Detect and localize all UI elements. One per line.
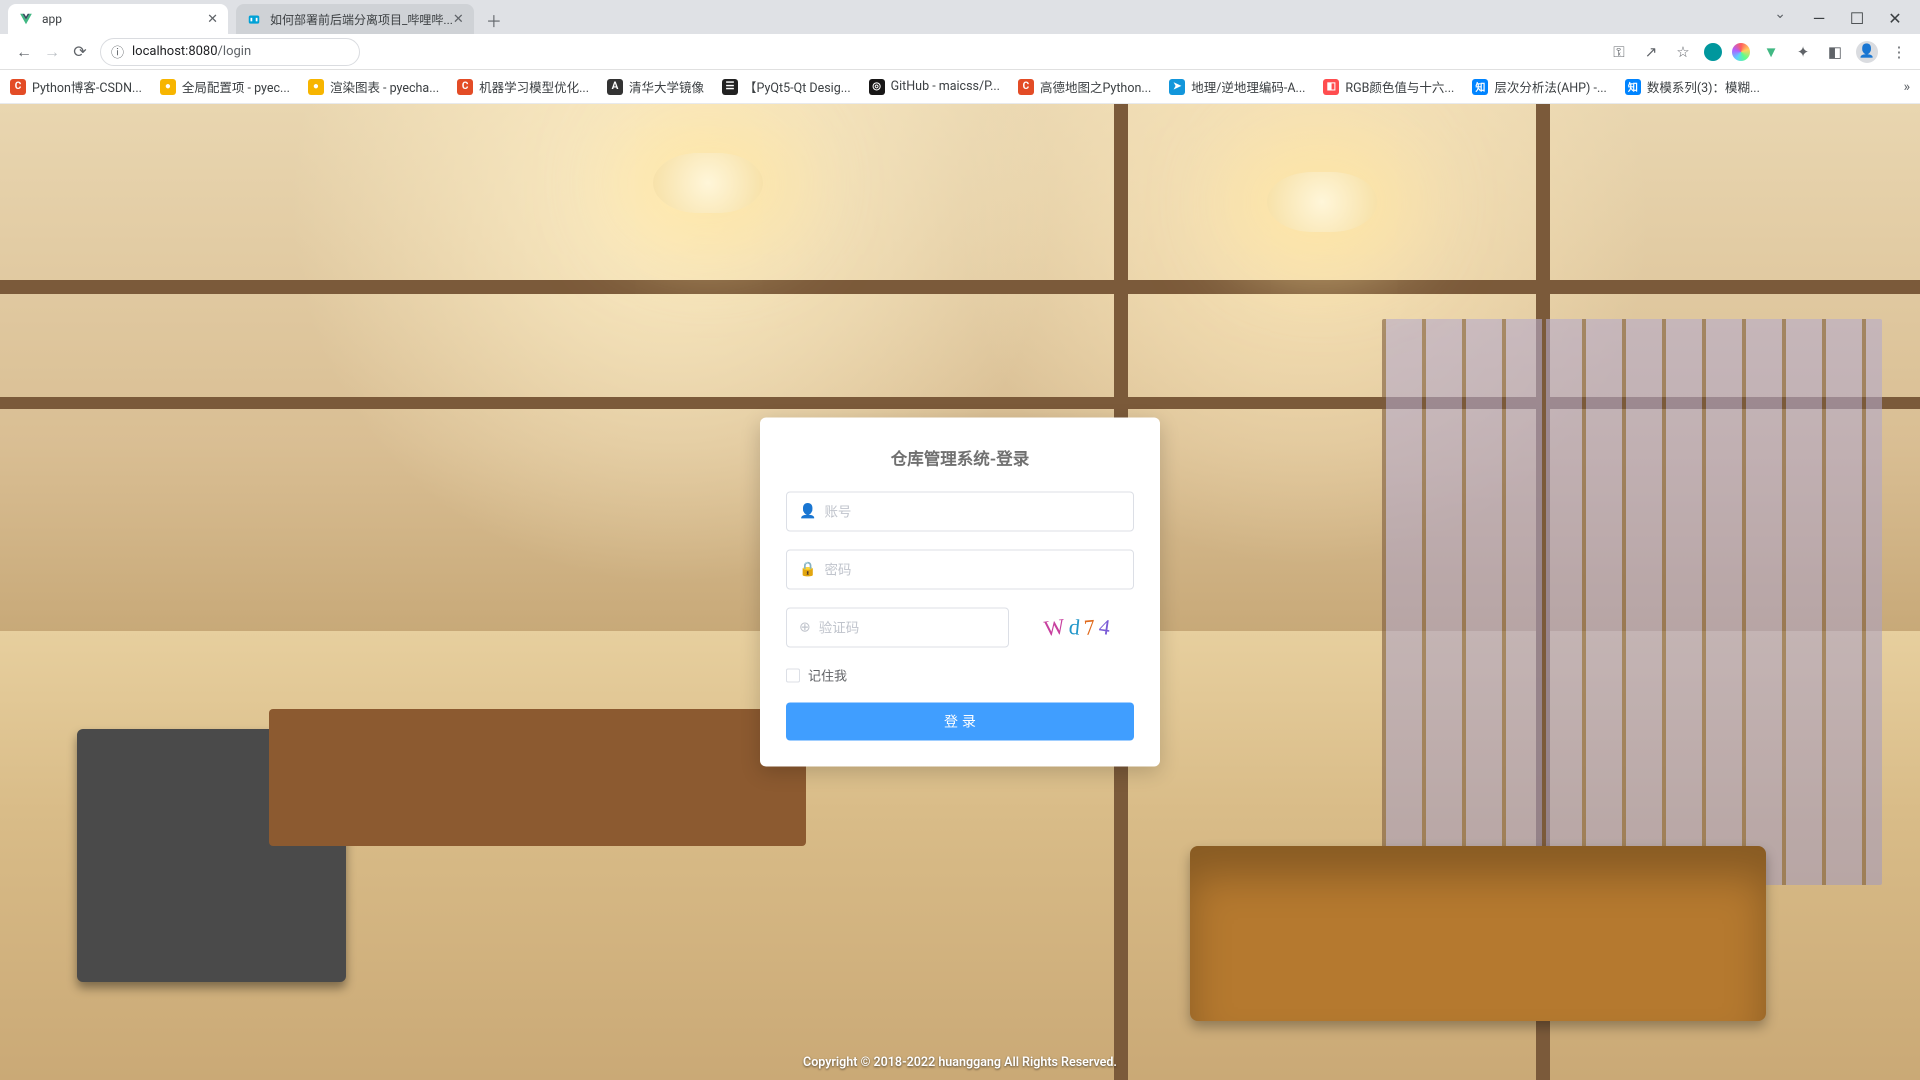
user-icon: 👤: [799, 504, 816, 520]
bookmark-star-icon[interactable]: ☆: [1672, 41, 1694, 63]
bookmark-label: 地理/逆地理编码-A...: [1191, 77, 1305, 96]
tab-title: 如何部署前后端分离项目_哔哩哔...: [270, 11, 453, 28]
bookmarks-bar: C Python博客-CSDN... ● 全局配置项 - pyec... ● 渲染图表…: [0, 70, 1920, 104]
bookmark-favicon-icon: ◎: [869, 79, 885, 95]
toolbar-right: ⚿ ↗ ☆ ▼ ✦ ◧ 👤 ⋮: [1608, 41, 1910, 63]
bookmark-favicon-icon: C: [10, 79, 26, 95]
address-bar[interactable]: ⓘ localhost:8080/login: [100, 38, 360, 66]
bookmark-label: 渲染图表 - pyecha...: [330, 77, 439, 96]
bookmark-favicon-icon: ➤: [1169, 79, 1185, 95]
bookmark-label: 全局配置项 - pyec...: [182, 77, 290, 96]
lock-icon: 🔒: [799, 562, 816, 578]
bookmark-item[interactable]: A 清华大学镜像: [607, 77, 704, 96]
login-card: 仓库管理系统-登录 👤 🔒 ⊕ Wd74 记住我 登 录: [760, 418, 1160, 767]
bookmark-favicon-icon: 知: [1625, 79, 1641, 95]
forward-button[interactable]: →: [38, 38, 66, 66]
remember-me[interactable]: 记住我: [786, 666, 1134, 685]
tab-active[interactable]: app ✕: [8, 4, 228, 34]
password-input[interactable]: [824, 562, 1121, 577]
site-info-icon[interactable]: ⓘ: [111, 42, 124, 61]
bookmark-favicon-icon: ●: [308, 79, 324, 95]
share-icon[interactable]: ↗: [1640, 41, 1662, 63]
login-button[interactable]: 登 录: [786, 703, 1134, 741]
url-path: /login: [218, 44, 252, 59]
bookmark-label: Python博客-CSDN...: [32, 77, 142, 96]
url-host: localhost:8080: [132, 44, 218, 59]
bg-lamp: [1267, 172, 1377, 232]
window-controls: ⌄ — ☐ ✕: [1766, 6, 1920, 34]
bookmark-item[interactable]: ☰ 【PyQt5-Qt Desig...: [722, 77, 851, 96]
bookmark-item[interactable]: ◎ GitHub - maicss/P...: [869, 79, 1000, 95]
captcha-image[interactable]: Wd74: [1025, 609, 1134, 647]
bookmark-label: 机器学习模型优化...: [479, 77, 589, 96]
reload-button[interactable]: ⟳: [66, 38, 94, 66]
shield-icon: ⊕: [799, 620, 811, 636]
password-field[interactable]: 🔒: [786, 550, 1134, 590]
close-tab-icon[interactable]: ✕: [453, 12, 464, 27]
side-panel-icon[interactable]: ◧: [1824, 41, 1846, 63]
remember-checkbox[interactable]: [786, 668, 800, 682]
captcha-field[interactable]: ⊕: [786, 608, 1009, 648]
new-tab-button[interactable]: ＋: [480, 6, 508, 34]
extension-color-icon[interactable]: [1732, 43, 1750, 61]
page-content: 仓库管理系统-登录 👤 🔒 ⊕ Wd74 记住我 登 录 Copyright ©…: [0, 104, 1920, 1080]
maximize-button[interactable]: ☐: [1840, 6, 1874, 30]
bookmark-item[interactable]: 知数模系列(3)：模糊...: [1625, 77, 1760, 96]
bookmark-favicon-icon: 知: [1472, 79, 1488, 95]
bookmark-favicon-icon: ◧: [1323, 79, 1339, 95]
chevron-down-icon[interactable]: ⌄: [1774, 6, 1786, 30]
close-window-button[interactable]: ✕: [1878, 6, 1912, 30]
back-button[interactable]: ←: [10, 38, 38, 66]
username-input[interactable]: [824, 504, 1121, 519]
address-bar-row: ← → ⟳ ⓘ localhost:8080/login ⚿ ↗ ☆ ▼ ✦ ◧…: [0, 34, 1920, 70]
tab-title: app: [42, 12, 62, 26]
bookmark-item[interactable]: ➤ 地理/逆地理编码-A...: [1169, 77, 1305, 96]
bg-lamp: [653, 153, 763, 213]
extension-arduino-icon[interactable]: [1704, 43, 1722, 61]
bg-beam: [0, 280, 1920, 294]
bookmark-item[interactable]: ◧ RGB颜色值与十六...: [1323, 77, 1454, 96]
kebab-menu-icon[interactable]: ⋮: [1888, 41, 1910, 63]
browser-tab-strip: app ✕ 如何部署前后端分离项目_哔哩哔... ✕ ＋ ⌄ — ☐ ✕: [0, 0, 1920, 34]
bookmark-favicon-icon: C: [1018, 79, 1034, 95]
bookmark-label: RGB颜色值与十六...: [1345, 77, 1454, 96]
bookmark-label: 层次分析法(AHP) -...: [1494, 77, 1607, 96]
bookmarks-overflow-icon[interactable]: »: [1903, 79, 1910, 95]
bookmark-item[interactable]: 知层次分析法(AHP) -...: [1472, 77, 1607, 96]
bookmark-favicon-icon: ☰: [722, 79, 738, 95]
bookmark-item[interactable]: C Python博客-CSDN...: [10, 77, 142, 96]
bookmark-item[interactable]: ● 渲染图表 - pyecha...: [308, 77, 439, 96]
bookmark-label: 【PyQt5-Qt Desig...: [744, 77, 851, 96]
bilibili-favicon-icon: [246, 11, 262, 27]
profile-avatar[interactable]: 👤: [1856, 41, 1878, 63]
bookmark-favicon-icon: ●: [160, 79, 176, 95]
close-tab-icon[interactable]: ✕: [207, 12, 218, 27]
remember-label: 记住我: [808, 666, 847, 685]
bookmark-label: GitHub - maicss/P...: [891, 79, 1000, 94]
bg-kotatsu: [1190, 846, 1766, 1022]
bookmark-item[interactable]: C 机器学习模型优化...: [457, 77, 589, 96]
bookmark-item[interactable]: C 高德地图之Python...: [1018, 77, 1151, 96]
extensions-puzzle-icon[interactable]: ✦: [1792, 41, 1814, 63]
tab-inactive[interactable]: 如何部署前后端分离项目_哔哩哔... ✕: [236, 4, 474, 34]
login-title: 仓库管理系统-登录: [786, 446, 1134, 470]
vue-devtools-icon[interactable]: ▼: [1760, 41, 1782, 63]
captcha-row: ⊕ Wd74: [786, 608, 1134, 648]
bookmark-label: 数模系列(3)：模糊...: [1647, 77, 1760, 96]
minimize-button[interactable]: —: [1802, 6, 1836, 30]
bg-counter: [269, 709, 807, 846]
vue-favicon-icon: [18, 11, 34, 27]
bookmark-label: 高德地图之Python...: [1040, 77, 1151, 96]
bg-shoji: [1382, 319, 1881, 885]
bookmark-favicon-icon: A: [607, 79, 623, 95]
bookmark-favicon-icon: C: [457, 79, 473, 95]
page-footer: Copyright © 2018-2022 huanggang All Righ…: [0, 1055, 1920, 1070]
password-key-icon[interactable]: ⚿: [1608, 41, 1630, 63]
bookmark-label: 清华大学镜像: [629, 77, 704, 96]
captcha-input[interactable]: [819, 620, 996, 635]
bookmark-item[interactable]: ● 全局配置项 - pyec...: [160, 77, 290, 96]
username-field[interactable]: 👤: [786, 492, 1134, 532]
